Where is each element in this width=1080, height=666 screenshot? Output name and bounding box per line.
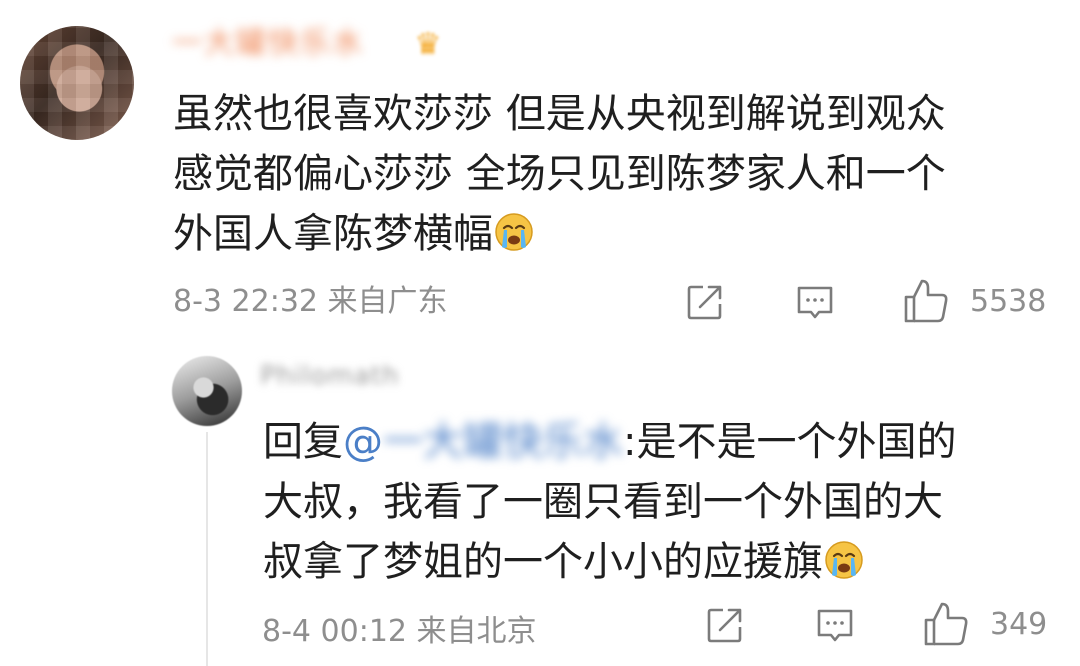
crying-emoji-icon	[825, 541, 863, 579]
comment-icon[interactable]	[794, 281, 836, 323]
username[interactable]: 一大罐快乐水	[172, 22, 364, 66]
reply-username[interactable]: Philomath	[260, 356, 399, 396]
crying-emoji-icon	[495, 213, 533, 251]
comment-location: 来自广东	[327, 284, 448, 319]
share-icon[interactable]	[684, 281, 726, 323]
share-icon[interactable]	[704, 604, 746, 646]
like-icon[interactable]	[922, 600, 970, 648]
crown-icon: ♛	[414, 27, 442, 62]
comment-line-1: 虽然也很喜欢莎莎 但是从央视到解说到观众	[173, 91, 946, 137]
comment-meta: 8-3 22:32 来自广东	[173, 282, 448, 322]
mention-link[interactable]: 一大罐快乐水	[383, 412, 623, 472]
comment-icon[interactable]	[814, 604, 856, 646]
reply-avatar[interactable]	[172, 356, 242, 426]
comment-text: 虽然也很喜欢莎莎 但是从央视到解说到观众 感觉都偏心莎莎 全场只见到陈梦家人和一个…	[173, 84, 1043, 264]
reply-text: 回复@一大罐快乐水:是不是一个外国的大叔，我看了一圈只看到一个外国的大 叔拿了梦姐…	[263, 412, 1043, 592]
like-count: 5538	[970, 284, 1047, 319]
reply-time: 8-4 00:12	[262, 614, 407, 649]
avatar[interactable]	[20, 26, 134, 140]
reply-line-1: :是不是一个外国的	[623, 419, 957, 465]
like-count: 349	[990, 607, 1048, 642]
reply-line-3: 叔拿了梦姐的一个小小的应援旗	[263, 539, 823, 585]
reply-line-2: 大叔，我看了一圈只看到一个外国的大	[263, 479, 943, 525]
comment-line-3: 外国人拿陈梦横幅	[173, 211, 493, 257]
thread-line	[206, 432, 208, 666]
reply-location: 来自北京	[416, 614, 537, 649]
reply-prefix: 回复	[263, 419, 343, 465]
comment-line-2: 感觉都偏心莎莎 全场只见到陈梦家人和一个	[173, 151, 946, 197]
comment-time: 8-3 22:32	[173, 284, 318, 319]
like-icon[interactable]	[902, 277, 950, 325]
reply-meta: 8-4 00:12 来自北京	[262, 612, 537, 652]
mention-at[interactable]: @	[343, 419, 383, 465]
